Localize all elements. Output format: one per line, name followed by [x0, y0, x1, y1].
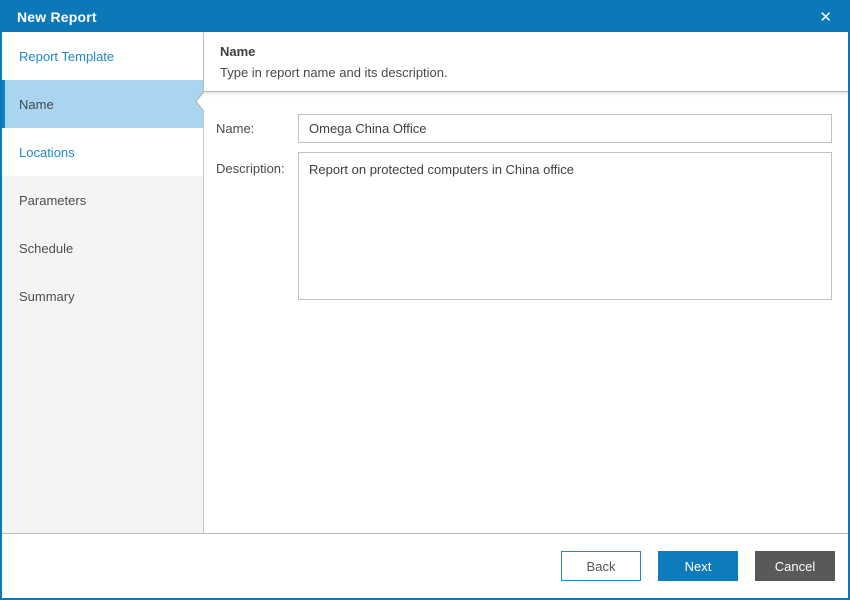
name-field-row: Name: [216, 114, 832, 143]
sidebar-item-locations[interactable]: Locations [2, 128, 203, 176]
active-step-pointer-icon [195, 91, 204, 112]
dialog-title: New Report [17, 9, 97, 25]
back-button[interactable]: Back [561, 551, 641, 581]
sidebar-item-parameters: Parameters [19, 192, 87, 208]
step-title: Name [220, 44, 256, 59]
name-label: Name: [216, 121, 255, 136]
description-field-row: Description: Report on protected compute… [216, 152, 832, 300]
dialog-titlebar[interactable]: New Report ✕ [2, 2, 848, 32]
step-header: Name Type in report name and its descrip… [204, 32, 848, 92]
report-name-form: Name: Description: Report on protected c… [204, 92, 848, 309]
dialog-body: Report Template Name Locations Parameter… [2, 32, 848, 533]
dialog-footer: Back Next Cancel [2, 533, 848, 598]
step-content: Name Type in report name and its descrip… [195, 32, 848, 533]
next-button[interactable]: Next [658, 551, 738, 581]
sidebar-item-name[interactable]: Name [2, 80, 203, 128]
description-label: Description: [216, 161, 285, 176]
step-subtitle: Type in report name and its description. [220, 65, 448, 80]
name-input[interactable] [298, 114, 832, 143]
close-icon[interactable]: ✕ [815, 8, 836, 27]
sidebar-item-schedule: Schedule [19, 240, 74, 256]
cancel-button[interactable]: Cancel [755, 551, 835, 581]
description-input[interactable]: Report on protected computers in China o… [298, 152, 832, 300]
wizard-steps-sidebar: Report Template Name Locations Parameter… [2, 32, 204, 533]
sidebar-item-summary: Summary [19, 288, 75, 304]
new-report-dialog: New Report ✕ Report Template Name Locati… [0, 0, 850, 600]
sidebar-item-report-template[interactable]: Report Template [2, 32, 203, 80]
